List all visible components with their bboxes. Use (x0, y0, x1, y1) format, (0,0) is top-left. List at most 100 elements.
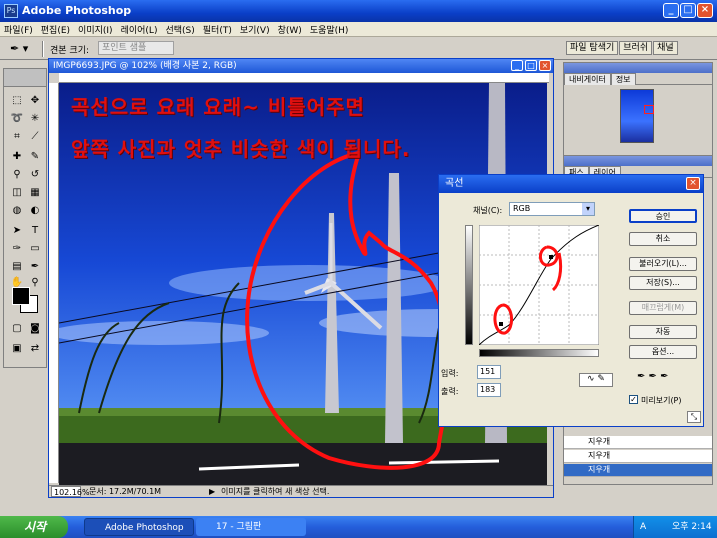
doc-close-button[interactable]: × (539, 60, 551, 71)
dodge-tool-icon[interactable]: ◐ (26, 203, 44, 219)
window-title: Adobe Photoshop (22, 4, 132, 17)
brush-tool-icon[interactable]: ✎ (26, 149, 44, 165)
chevron-down-icon[interactable]: ▾ (582, 203, 594, 215)
sample-size-select[interactable]: 포인트 샘플 (98, 41, 174, 55)
overlay-caption-line2: 앞쪽 사진과 엇추 비슷한 색이 됩니다. (71, 137, 411, 161)
lasso-tool-icon[interactable]: ➰ (8, 111, 26, 127)
layer-row[interactable]: 지우개 (564, 450, 712, 463)
blur-tool-icon[interactable]: ◍ (8, 203, 26, 219)
curves-dialog-title: 곡선 (445, 178, 464, 189)
channel-select[interactable]: RGB ▾ (509, 202, 595, 216)
input-label: 입력: (441, 369, 459, 378)
slice-tool-icon[interactable]: ⟋ (26, 129, 44, 145)
load-button[interactable]: 불러오기(L)... (629, 257, 697, 271)
menu-select[interactable]: 선택(S) (161, 22, 198, 37)
clone-stamp-icon[interactable]: ⚲ (8, 167, 26, 183)
history-brush-icon[interactable]: ↺ (26, 167, 44, 183)
quick-mask-icon[interactable]: ◙ (26, 321, 44, 337)
menu-help[interactable]: 도움말(H) (306, 22, 353, 37)
tab-info[interactable]: 정보 (610, 73, 636, 85)
smooth-button[interactable]: 매끄럽게(M) (629, 301, 697, 315)
input-gradient-bar (479, 349, 599, 357)
screen-mode-icon[interactable]: ▣ (8, 341, 26, 357)
maximize-button[interactable]: □ (680, 3, 696, 18)
auto-button[interactable]: 자동 (629, 325, 697, 339)
ime-indicator[interactable]: A (640, 516, 646, 538)
layer-row[interactable]: 지우개 (564, 436, 712, 449)
magic-wand-tool-icon[interactable]: ✳ (26, 111, 44, 127)
curve-pencil-toggle-icon[interactable]: ∿ ✎ (579, 373, 613, 387)
eyedropper-icon[interactable]: ✒ (26, 259, 44, 275)
pen-tool-icon[interactable]: ✑ (8, 241, 26, 257)
output-label: 출력: (441, 387, 459, 396)
close-button[interactable]: × (697, 3, 713, 18)
task-label: Adobe Photoshop (105, 523, 184, 533)
crop-tool-icon[interactable]: ⌗ (8, 129, 26, 145)
status-arrow-icon[interactable]: ▶ (209, 486, 215, 497)
navigator-thumbnail[interactable] (620, 89, 654, 143)
task-paint[interactable]: 17 - 그림판 (196, 518, 306, 536)
cancel-button[interactable]: 취소 (629, 232, 697, 246)
document-title: IMGP6693.JPG @ 102% (배경 사본 2, RGB) (53, 61, 237, 71)
output-gradient-bar (465, 225, 473, 345)
channel-value: RGB (513, 204, 531, 213)
curve-graph[interactable] (479, 225, 599, 345)
path-select-tool-icon[interactable]: ➤ (8, 223, 26, 239)
eraser-tool-icon[interactable]: ◫ (8, 185, 26, 201)
save-button[interactable]: 저장(S)... (629, 276, 697, 290)
navigator-panel-titlebar (564, 63, 712, 73)
start-button[interactable]: 시작 (0, 516, 68, 538)
task-photoshop[interactable]: Adobe Photoshop (84, 518, 194, 536)
preview-label: 미리보기(P) (641, 396, 682, 405)
curves-dialog-titlebar: 곡선 × (439, 175, 703, 193)
menu-image[interactable]: 이미지(I) (74, 22, 117, 37)
expand-view-icon[interactable]: ⤡ (687, 411, 701, 423)
zoom-level-field[interactable]: 102.16% (51, 486, 90, 497)
foreground-color-swatch[interactable] (12, 287, 30, 305)
horizontal-ruler (59, 73, 549, 83)
menu-edit[interactable]: 편집(E) (37, 22, 74, 37)
document-statusbar: 102.16% 문서: 17.2M/70.1M ▶ 이미지를 클릭하여 새 색상… (49, 485, 553, 497)
input-value-field[interactable]: 151 (477, 365, 501, 379)
document-size-info: 문서: 17.2M/70.1M (89, 487, 162, 496)
menu-window[interactable]: 창(W) (274, 22, 306, 37)
jump-to-imageready-icon[interactable]: ⇄ (26, 341, 44, 357)
type-tool-icon[interactable]: T (26, 223, 44, 239)
standard-mode-icon[interactable]: ▢ (8, 321, 26, 337)
menu-file[interactable]: 파일(F) (0, 22, 37, 37)
doc-maximize-button[interactable]: □ (525, 60, 537, 71)
output-value-field[interactable]: 183 (477, 383, 501, 397)
notes-tool-icon[interactable]: ▤ (8, 259, 26, 275)
options-separator (42, 41, 44, 57)
healing-brush-icon[interactable]: ✚ (8, 149, 26, 165)
photoshop-app-icon: Ps (4, 4, 18, 18)
navigator-view-box[interactable] (644, 105, 654, 114)
menu-view[interactable]: 보기(V) (236, 22, 274, 37)
curves-dialog: 곡선 × 채널(C): RGB ▾ 입력: 151 출력: 183 ∿ ✎ 승인… (438, 174, 704, 427)
clock: 오후 2:14 (672, 522, 712, 532)
menu-layer[interactable]: 레이어(L) (117, 22, 162, 37)
move-tool-icon[interactable]: ✥ (26, 93, 44, 109)
eyedropper-tool-icon[interactable]: ✒ ▾ (10, 42, 32, 56)
minimize-button[interactable]: _ (663, 3, 679, 18)
curves-close-button[interactable]: × (686, 177, 700, 190)
gradient-tool-icon[interactable]: ▦ (26, 185, 44, 201)
doc-minimize-button[interactable]: _ (511, 60, 523, 71)
palette-tab-file-browser[interactable]: 파일 탐색기 (566, 41, 619, 55)
tab-navigator[interactable]: 내비게이터 (564, 73, 611, 85)
palette-tab-brushes[interactable]: 브러쉬 (619, 41, 653, 55)
eyedropper-set-icons[interactable]: ✒ ✒ ✒ (637, 371, 669, 382)
layer-row-selected[interactable]: 지우개 (564, 464, 712, 477)
status-hint: 이미지를 클릭하여 새 색상 선택. (221, 487, 330, 496)
options-button[interactable]: 옵션... (629, 345, 697, 359)
preview-checkbox[interactable]: ✓ (629, 395, 638, 404)
document-titlebar: IMGP6693.JPG @ 102% (배경 사본 2, RGB) _ □ × (49, 59, 553, 73)
channel-label: 채널(C): (473, 206, 503, 215)
palette-tab-channels[interactable]: 채널 (653, 41, 678, 55)
ok-button[interactable]: 승인 (629, 209, 697, 223)
palette-well: 파일 탐색기 브러쉬 채널 (566, 41, 679, 57)
layers-panel-titlebar (564, 156, 712, 166)
shape-tool-icon[interactable]: ▭ (26, 241, 44, 257)
menu-filter[interactable]: 필터(T) (199, 22, 236, 37)
marquee-tool-icon[interactable]: ⬚ (8, 93, 26, 109)
